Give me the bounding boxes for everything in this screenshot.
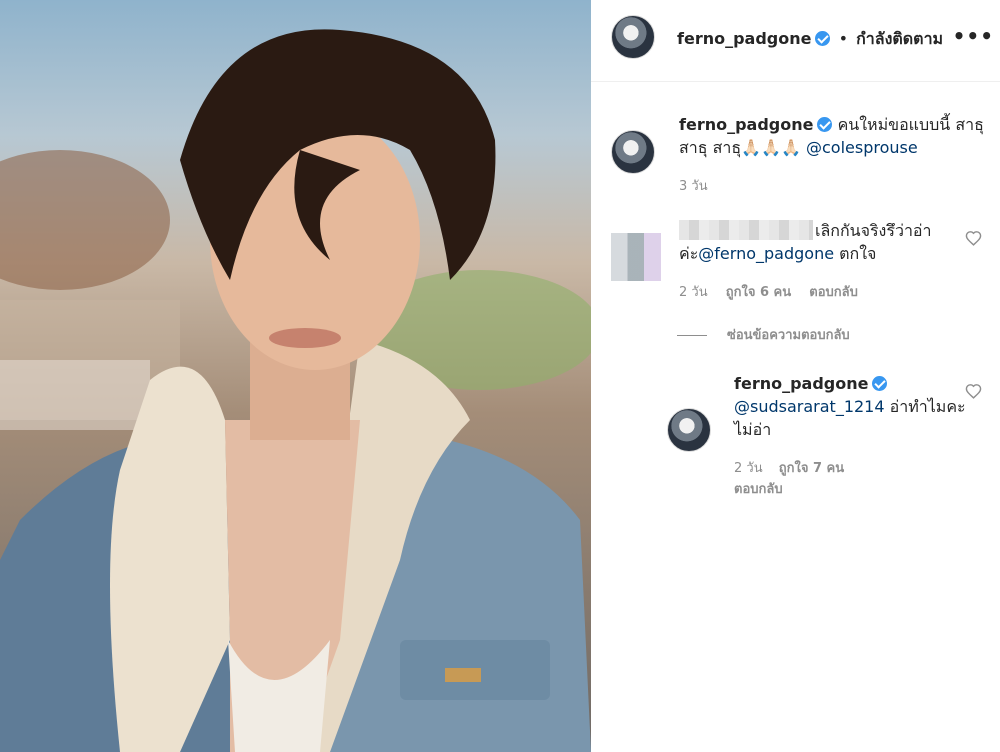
hide-replies-label: ซ่อนข้อความตอบกลับ (727, 328, 850, 343)
header-user-line: ferno_padgone • กำลังติดตาม (677, 27, 943, 52)
reply-likes[interactable]: ถูกใจ 7 คน (779, 461, 844, 476)
comment-reply-button[interactable]: ตอบกลับ (809, 285, 858, 300)
author-username[interactable]: ferno_padgone (677, 29, 811, 48)
reply-username[interactable]: ferno_padgone (734, 374, 868, 393)
verified-badge-icon (817, 117, 833, 132)
commenter-avatar-blurred[interactable] (611, 233, 661, 281)
hide-replies-line (677, 335, 707, 336)
comment-text-after: ตกใจ (839, 244, 877, 263)
commenter-username-blurred[interactable] (679, 220, 813, 240)
reply-meta: 2 วัน ถูกใจ 7 คน ตอบกลับ (734, 457, 934, 499)
reply: ferno_padgone @sudsararat_1214 อ่าทำไมคะ… (734, 372, 966, 441)
author-avatar[interactable] (611, 15, 655, 59)
heart-icon[interactable] (965, 230, 982, 247)
separator-dot: • (838, 29, 849, 48)
verified-badge-icon (815, 31, 831, 46)
comment: เลิกกันจริงรึว่าอ่าค่ะ@ferno_padgone ตกใ… (679, 219, 979, 265)
comments-panel: ferno_padgone • กำลังติดตาม ••• ferno_pa… (591, 0, 1000, 752)
caption-avatar[interactable] (611, 130, 655, 174)
reply-timestamp[interactable]: 2 วัน (734, 461, 763, 476)
post-photo-illustration (0, 29, 591, 752)
reply-reply-button[interactable]: ตอบกลับ (734, 482, 783, 497)
comment-mention[interactable]: @ferno_padgone (698, 244, 834, 263)
verified-badge-icon (872, 376, 888, 391)
comment-timestamp[interactable]: 2 วัน (679, 285, 708, 300)
caption-timestamp[interactable]: 3 วัน (679, 175, 708, 196)
post-photo[interactable] (0, 0, 591, 752)
heart-icon[interactable] (965, 383, 982, 400)
caption-username[interactable]: ferno_padgone (679, 115, 813, 134)
hide-replies-toggle[interactable]: ซ่อนข้อความตอบกลับ (677, 324, 850, 345)
post-header: ferno_padgone • กำลังติดตาม ••• (591, 0, 1000, 82)
more-options-icon[interactable]: ••• (953, 24, 994, 48)
caption-mention[interactable]: @colesprouse (806, 138, 918, 157)
reply-mention[interactable]: @sudsararat_1214 (734, 397, 885, 416)
reply-avatar[interactable] (667, 408, 711, 452)
following-button[interactable]: กำลังติดตาม (856, 29, 943, 48)
comment-likes[interactable]: ถูกใจ 6 คน (726, 285, 791, 300)
comment-meta: 2 วัน ถูกใจ 6 คน ตอบกลับ (679, 281, 872, 302)
caption: ferno_padgone คนใหม่ขอแบบนี้ สาธุ สาธุ ส… (679, 113, 989, 159)
